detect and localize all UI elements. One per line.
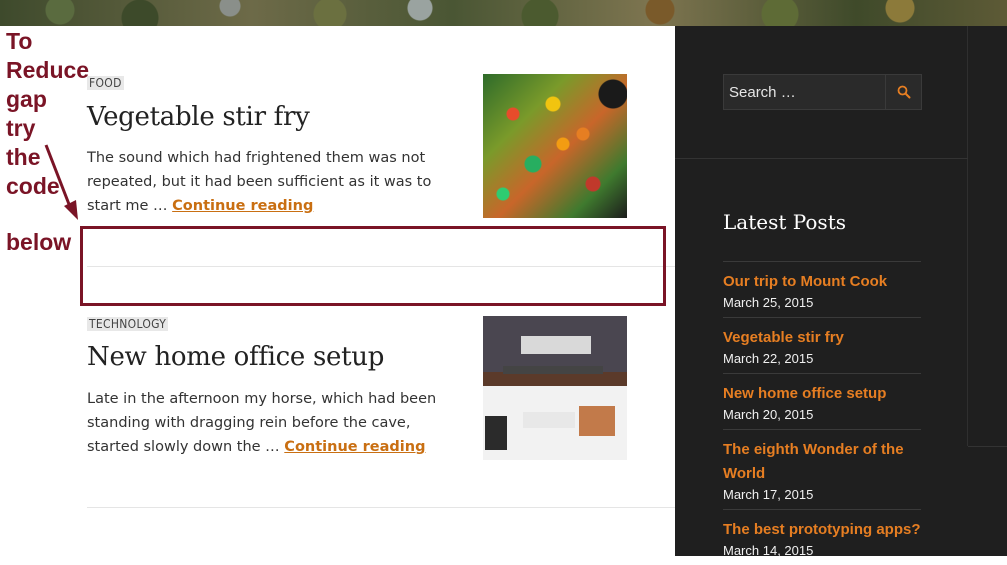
sidebar-divider [967, 26, 968, 446]
header-image [0, 0, 1007, 26]
latest-post-link[interactable]: The eighth Wonder of the World [723, 438, 921, 486]
post-title[interactable]: Vegetable stir fry [87, 102, 310, 132]
post-date: March 20, 2015 [723, 407, 814, 422]
post-date: March 14, 2015 [723, 543, 814, 558]
latest-post-link[interactable]: The best prototyping apps? [723, 518, 921, 542]
post-date: March 17, 2015 [723, 487, 814, 502]
post-thumbnail[interactable] [483, 316, 627, 460]
search-icon [897, 85, 910, 99]
list-item: The eighth Wonder of the World March 17,… [723, 429, 921, 509]
sidebar-divider [968, 446, 1007, 447]
continue-reading-link[interactable]: Continue reading [284, 439, 425, 455]
post-date: March 22, 2015 [723, 351, 814, 366]
post-excerpt: The sound which had frightened them was … [87, 146, 459, 218]
annotation-arrow-icon [44, 144, 78, 220]
post-date: March 25, 2015 [723, 295, 814, 310]
latest-post-link[interactable]: Vegetable stir fry [723, 326, 921, 350]
post-title[interactable]: New home office setup [87, 342, 384, 372]
list-item: Our trip to Mount Cook March 25, 2015 [723, 261, 921, 317]
latest-post-link[interactable]: New home office setup [723, 382, 921, 406]
post-divider [87, 507, 675, 508]
annotation-text-below: below [6, 229, 72, 255]
latest-post-link[interactable]: Our trip to Mount Cook [723, 270, 921, 294]
sidebar-divider [675, 158, 968, 159]
list-item: New home office setup March 20, 2015 [723, 373, 921, 429]
search-button[interactable] [885, 75, 921, 109]
post-category[interactable]: TECHNOLOGY [87, 317, 169, 331]
search-form [723, 74, 922, 110]
list-item: The best prototyping apps? March 14, 201… [723, 509, 921, 565]
list-item: Vegetable stir fry March 22, 2015 [723, 317, 921, 373]
latest-posts-list: Our trip to Mount Cook March 25, 2015 Ve… [723, 261, 921, 565]
continue-reading-link[interactable]: Continue reading [172, 198, 313, 214]
post-excerpt: Late in the afternoon my horse, which ha… [87, 387, 459, 459]
post-thumbnail[interactable] [483, 74, 627, 218]
latest-posts-title: Latest Posts [723, 210, 846, 234]
search-input[interactable] [724, 75, 884, 109]
annotation-highlight-box [80, 226, 666, 306]
